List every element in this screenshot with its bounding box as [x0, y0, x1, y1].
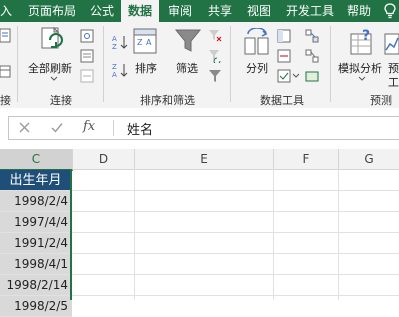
group-separator — [330, 26, 331, 102]
formula-bar-separator — [113, 120, 114, 136]
tab-share[interactable]: 共享 — [208, 0, 232, 22]
sort-a-to-z-icon[interactable]: AZ — [112, 34, 128, 54]
tab-data[interactable]: 数据 — [121, 0, 159, 22]
svg-text:A: A — [112, 35, 117, 43]
data-validation-icon[interactable] — [277, 68, 291, 87]
text-to-columns-icon[interactable] — [244, 27, 270, 60]
consolidate-icon[interactable] — [305, 28, 319, 47]
ribbon-tab-bar: 入 页面布局 公式 数据 审阅 共享 视图 开发工具 帮助 — [0, 0, 399, 22]
refresh-all-button[interactable]: 全部刷新 — [28, 60, 72, 76]
formula-input[interactable]: 姓名 — [127, 119, 153, 138]
column-header-g[interactable]: G — [339, 149, 399, 170]
chevron-down-icon[interactable] — [50, 76, 58, 81]
enter-check-icon[interactable] — [51, 122, 63, 133]
forecast-sheet-button-line2[interactable]: 工 — [388, 74, 399, 90]
svg-text:A: A — [112, 71, 117, 78]
relationships-icon[interactable] — [305, 48, 319, 67]
flash-fill-icon[interactable] — [277, 28, 291, 47]
svg-text:A: A — [146, 38, 152, 47]
edit-links-icon[interactable] — [80, 68, 94, 87]
tab-page-layout[interactable]: 页面布局 — [28, 0, 76, 22]
formula-bar: fx 姓名 — [0, 108, 399, 145]
what-if-analysis-icon[interactable]: ? — [350, 28, 376, 60]
cancel-icon[interactable] — [19, 122, 30, 133]
get-data-icon[interactable] — [0, 28, 12, 48]
empty-cell-gridlines — [72, 169, 399, 300]
column-header-c[interactable]: C — [0, 149, 73, 171]
table-icon[interactable] — [0, 64, 12, 83]
filter-button[interactable]: 筛选 — [176, 60, 198, 76]
group-label-sort-filter: 排序和筛选 — [140, 94, 195, 107]
group-label-get-transform: 接 — [0, 94, 11, 107]
text-to-columns-button[interactable]: 分列 — [246, 60, 268, 76]
svg-text:Z: Z — [137, 38, 143, 47]
column-header-d[interactable]: D — [73, 149, 135, 170]
chevron-down-icon[interactable] — [358, 76, 366, 81]
selection-border — [0, 170, 72, 300]
chevron-down-icon[interactable] — [292, 73, 300, 78]
column-header-e[interactable]: E — [135, 149, 274, 170]
what-if-analysis-button[interactable]: 模拟分析 — [338, 60, 382, 76]
manage-data-model-icon[interactable] — [305, 68, 319, 87]
reapply-filter-icon[interactable] — [208, 48, 222, 67]
lightbulb-icon[interactable] — [384, 3, 396, 19]
group-separator — [17, 26, 18, 102]
tab-insert[interactable]: 入 — [0, 0, 12, 22]
advanced-filter-icon[interactable] — [208, 68, 222, 87]
tab-developer[interactable]: 开发工具 — [286, 0, 334, 22]
ribbon: 接 全部刷新 连接 AZ ZA Z A 排序 筛选 排序和筛选 分列 数据工具 … — [0, 22, 399, 109]
group-label-connections: 连接 — [50, 94, 72, 107]
svg-text:Z: Z — [112, 43, 117, 50]
filter-icon[interactable] — [174, 28, 202, 58]
connections-icon[interactable] — [80, 28, 94, 47]
svg-text:Z: Z — [112, 63, 117, 71]
group-label-data-tools: 数据工具 — [260, 94, 304, 107]
properties-icon[interactable] — [80, 48, 94, 67]
sort-button[interactable]: 排序 — [135, 60, 157, 76]
group-separator — [230, 26, 231, 102]
insert-function-button[interactable]: fx — [83, 119, 95, 134]
tab-review[interactable]: 审阅 — [168, 0, 192, 22]
remove-duplicates-icon[interactable] — [277, 48, 291, 67]
refresh-all-icon[interactable] — [36, 26, 66, 60]
formula-bar-box: fx 姓名 — [8, 116, 399, 140]
column-header-f[interactable]: F — [274, 149, 339, 170]
forecast-sheet-icon[interactable] — [384, 28, 399, 60]
sort-z-to-a-icon[interactable]: ZA — [112, 62, 128, 82]
sort-icon[interactable]: Z A — [133, 28, 159, 60]
clear-filter-icon[interactable] — [208, 28, 222, 47]
tab-view[interactable]: 视图 — [247, 0, 271, 22]
tab-help[interactable]: 帮助 — [347, 0, 371, 22]
group-separator — [103, 26, 104, 102]
group-label-forecast: 预测 — [370, 94, 392, 107]
svg-text:?: ? — [362, 28, 370, 44]
tab-formulas[interactable]: 公式 — [90, 0, 114, 22]
